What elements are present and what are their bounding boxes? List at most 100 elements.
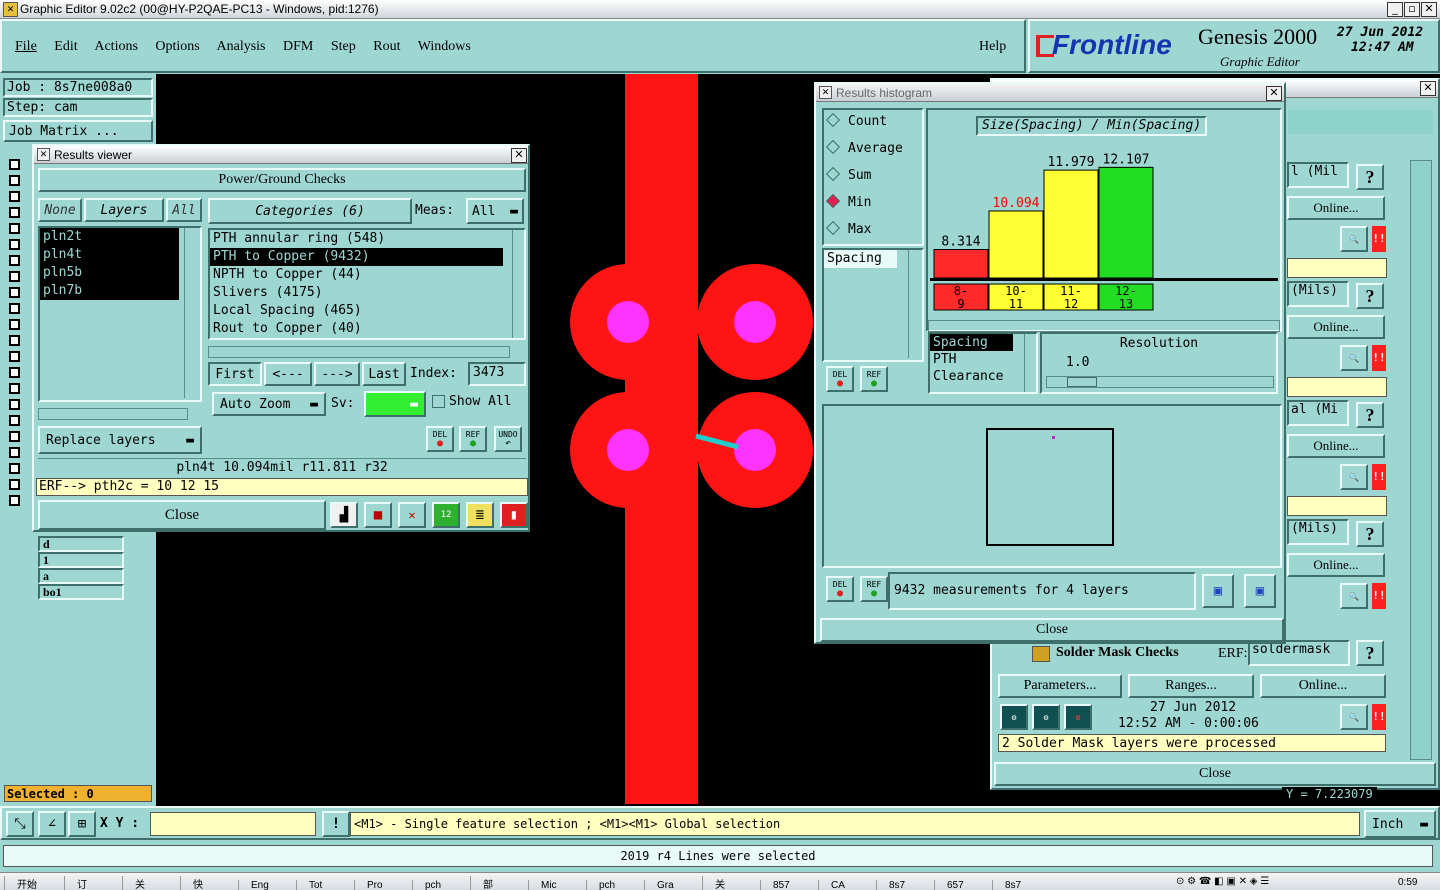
- none-button[interactable]: None: [38, 198, 82, 222]
- taskbar-item[interactable]: 开始: [4, 876, 60, 890]
- select-tool-icon[interactable]: ⤡: [6, 811, 34, 837]
- clear-ref-icon[interactable]: ✕: [398, 502, 426, 528]
- layer-row[interactable]: pln2t: [40, 228, 179, 246]
- run-all-icon[interactable]: ⚙: [1032, 704, 1060, 730]
- menu-rout[interactable]: Rout: [373, 39, 400, 54]
- dfm-close-icon[interactable]: ✕: [1420, 81, 1436, 96]
- category-row[interactable]: PTH annular ring (548): [210, 230, 503, 248]
- mode-count[interactable]: Count: [824, 112, 922, 141]
- layer-row[interactable]: pln7b: [40, 282, 179, 300]
- category-row[interactable]: Local Spacing (465): [210, 302, 503, 320]
- categories-hscrollbar[interactable]: [208, 346, 510, 358]
- menu-windows[interactable]: Windows: [418, 39, 471, 54]
- resolution-row[interactable]: Spacing: [930, 334, 1013, 351]
- menu-file[interactable]: File: [15, 39, 37, 54]
- results-viewer-close-button[interactable]: Close: [38, 500, 326, 530]
- layers-hscrollbar[interactable]: [38, 408, 188, 420]
- menu-analysis[interactable]: Analysis: [217, 39, 266, 54]
- reference-icon[interactable]: REF ●: [860, 366, 888, 392]
- layer-row[interactable]: pln4t: [40, 246, 179, 264]
- layers-list[interactable]: pln2t pln4t pln5b pln7b: [38, 226, 202, 402]
- menu-edit[interactable]: Edit: [54, 39, 77, 54]
- layer-item[interactable]: a: [38, 568, 124, 584]
- zoom-icon[interactable]: 🔍: [1340, 704, 1368, 730]
- layer-toggle-column[interactable]: [6, 154, 28, 511]
- resolution-row[interactable]: Clearance: [930, 368, 1036, 385]
- mode-sum[interactable]: Sum: [824, 166, 922, 195]
- histogram-bar[interactable]: [933, 249, 989, 279]
- taskbar-item[interactable]: 订: [64, 876, 118, 890]
- dfm-close-button[interactable]: Close: [994, 762, 1436, 786]
- report-icon[interactable]: ≣: [466, 502, 494, 528]
- categories-scrollbar[interactable]: [512, 230, 525, 338]
- categories-list[interactable]: PTH annular ring (548) PTH to Copper (94…: [208, 228, 526, 340]
- import-icon[interactable]: ▣: [1244, 574, 1276, 608]
- histogram-bar[interactable]: [988, 210, 1044, 279]
- mode-average[interactable]: Average: [824, 139, 922, 168]
- show-all-checkbox[interactable]: Show All: [432, 394, 512, 409]
- index-input[interactable]: 3473: [468, 362, 526, 386]
- measure-tool-icon[interactable]: ∠: [38, 811, 66, 837]
- results-viewer-close-icon[interactable]: ✕: [511, 148, 527, 163]
- histogram-bar[interactable]: [1098, 166, 1154, 279]
- histogram-close-button[interactable]: Close: [820, 618, 1284, 642]
- histogram-bar[interactable]: [1043, 169, 1099, 279]
- highlight-icon[interactable]: ▟: [330, 502, 358, 528]
- first-button[interactable]: First: [208, 362, 262, 386]
- resolution-slider[interactable]: [1046, 376, 1274, 388]
- dfm-online-button[interactable]: Online...: [1287, 196, 1385, 220]
- menu-dfm[interactable]: DFM: [283, 39, 313, 54]
- layer-item[interactable]: 1: [38, 552, 124, 568]
- ranges-button[interactable]: Ranges...: [1128, 674, 1254, 698]
- category-row[interactable]: Rout to Copper (40): [210, 320, 503, 338]
- histogram-icon[interactable]: ▮: [500, 502, 528, 528]
- zoom-icon[interactable]: 🔍: [1340, 464, 1368, 490]
- parameters-button[interactable]: Parameters...: [998, 674, 1122, 698]
- dfm-online-button[interactable]: Online...: [1287, 315, 1385, 339]
- taskbar-item[interactable]: 部: [470, 876, 524, 890]
- category-row[interactable]: Slivers (4175): [210, 284, 503, 302]
- dfm-question-button[interactable]: ?: [1356, 521, 1384, 547]
- undo-icon[interactable]: UNDO ↶: [494, 426, 522, 452]
- online-button[interactable]: Online...: [1260, 674, 1386, 698]
- dfm-question-button[interactable]: ?: [1356, 402, 1384, 428]
- layer-item[interactable]: d: [38, 536, 124, 552]
- spacing-scrollbar[interactable]: [908, 250, 921, 358]
- xy-input[interactable]: [150, 812, 316, 836]
- dfm-question-button[interactable]: ?: [1356, 164, 1384, 190]
- layers-scrollbar[interactable]: [184, 228, 199, 398]
- dfm-online-button[interactable]: Online...: [1287, 553, 1385, 577]
- delete-icon[interactable]: DEL ●: [826, 576, 854, 602]
- resolution-list[interactable]: Spacing PTH Clearance: [928, 332, 1038, 394]
- meas-dropdown[interactable]: All ▬: [466, 198, 524, 224]
- menu-help[interactable]: Help: [979, 39, 1006, 55]
- reference-icon[interactable]: REF ●: [459, 426, 487, 452]
- auto-zoom-dropdown[interactable]: Auto Zoom ▬: [212, 392, 326, 416]
- menu-step[interactable]: Step: [331, 39, 356, 54]
- histogram-hscrollbar[interactable]: [928, 320, 1280, 332]
- layers-button[interactable]: Layers: [84, 198, 164, 222]
- next-button[interactable]: --->: [314, 362, 360, 386]
- minimize-button[interactable]: _: [1387, 2, 1403, 17]
- sv-color-dropdown[interactable]: ▬: [364, 391, 426, 417]
- delete-result-icon[interactable]: ■: [364, 502, 392, 528]
- taskbar-item[interactable]: 关: [122, 876, 176, 890]
- taskbar-item[interactable]: 快: [180, 876, 234, 890]
- units-dropdown[interactable]: Inch ▬: [1364, 810, 1436, 838]
- mode-max[interactable]: Max: [824, 220, 922, 249]
- dfm-question-button[interactable]: ?: [1356, 283, 1384, 309]
- last-button[interactable]: Last: [362, 362, 406, 386]
- spacing-list[interactable]: Spacing: [822, 248, 924, 362]
- dfm-scrollbar[interactable]: [1410, 160, 1432, 760]
- menu-actions[interactable]: Actions: [94, 39, 138, 54]
- grid-tool-icon[interactable]: ⊞: [68, 811, 96, 837]
- zoom-icon[interactable]: 🔍: [1340, 226, 1368, 252]
- resolution-row[interactable]: PTH: [930, 351, 1036, 368]
- number-icon[interactable]: 12: [432, 502, 460, 528]
- delete-icon[interactable]: DEL ●: [426, 426, 454, 452]
- zoom-icon[interactable]: 🔍: [1340, 583, 1368, 609]
- reference-icon[interactable]: REF ●: [860, 576, 888, 602]
- info-icon[interactable]: !: [322, 811, 350, 837]
- maximize-button[interactable]: ▫: [1404, 2, 1420, 17]
- dfm-online-button[interactable]: Online...: [1287, 434, 1385, 458]
